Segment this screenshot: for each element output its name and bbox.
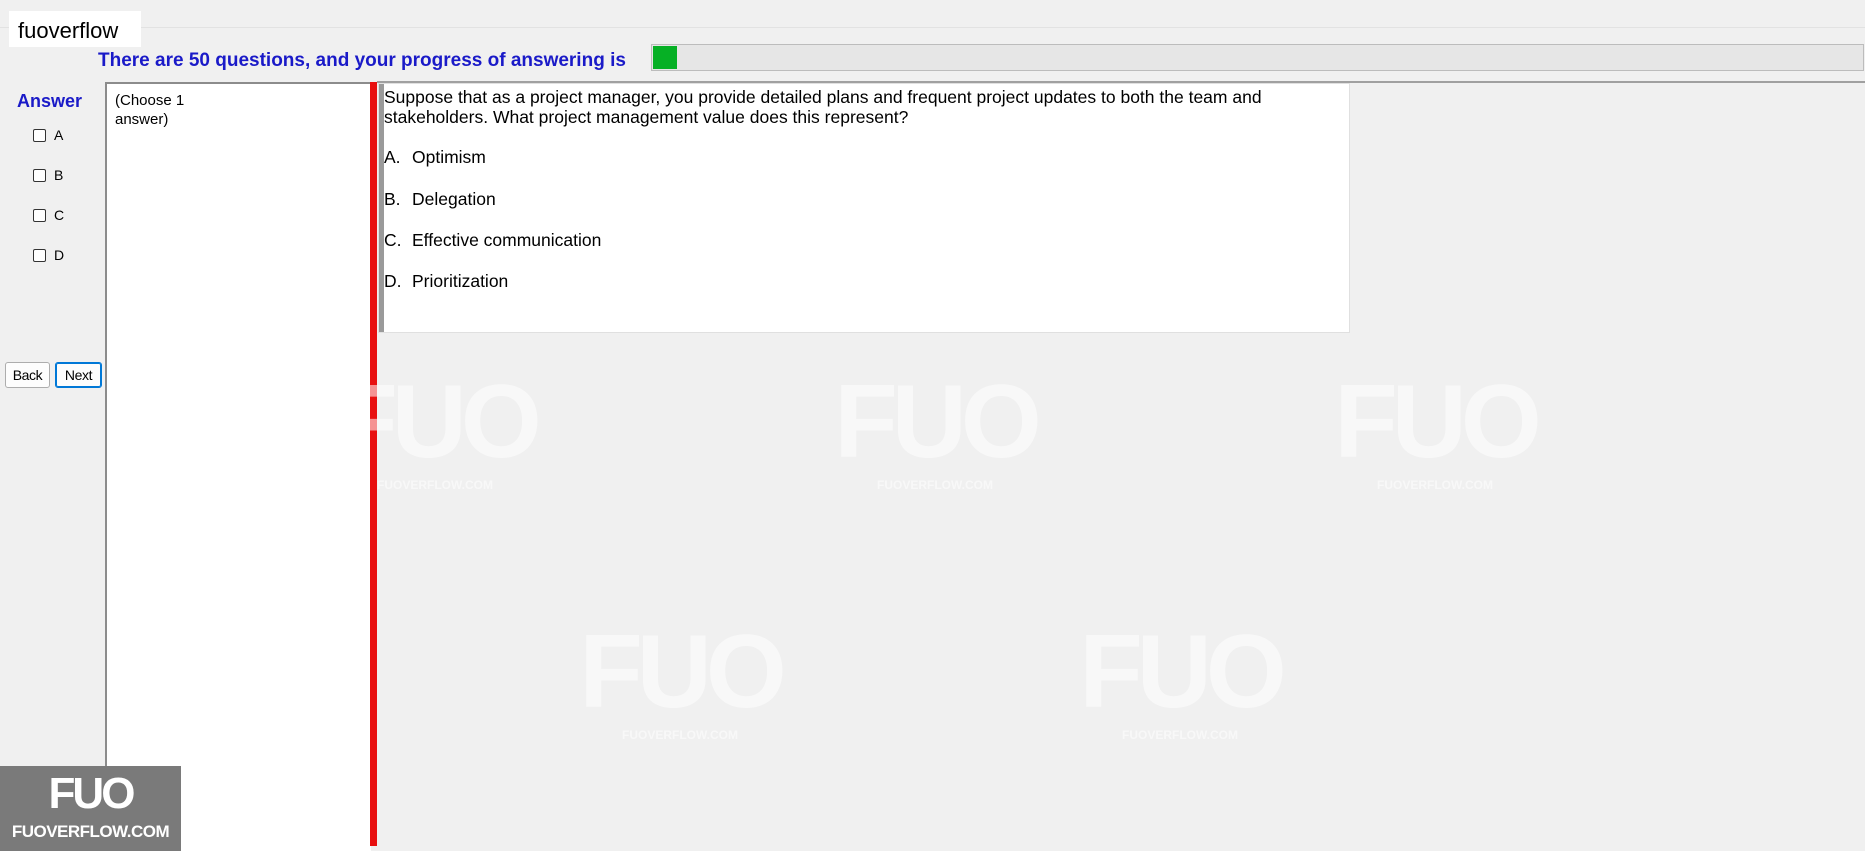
fuoverflow-logo: FUO FUOVERFLOW.COM (0, 766, 181, 851)
watermark: FUO FUOVERFLOW.COM (1070, 620, 1290, 742)
option-letter: A. (384, 147, 401, 167)
watermark: FUO FUOVERFLOW.COM (825, 370, 1045, 492)
progress-fill (653, 46, 677, 69)
progress-bar (651, 44, 1864, 71)
watermark-text: FUOVERFLOW.COM (1122, 728, 1238, 742)
next-button[interactable]: Next (55, 362, 102, 388)
question-option-d: D. Prioritization (384, 271, 508, 292)
question-panel: Suppose that as a project manager, you p… (378, 83, 1350, 333)
instruction-text: (Choose 1 answer) (115, 92, 185, 128)
watermark-text: FUOVERFLOW.COM (1377, 478, 1493, 492)
option-text: Prioritization (412, 271, 509, 291)
question-option-b: B. Delegation (384, 189, 496, 210)
top-divider (0, 27, 1865, 28)
option-letter: B. (384, 189, 401, 209)
watermark: FUO FUOVERFLOW.COM (1325, 370, 1545, 492)
checkbox-box[interactable] (33, 208, 46, 222)
option-text: Delegation (412, 189, 496, 209)
answer-option-label: A (54, 127, 64, 143)
instruction-panel: (Choose 1 answer) (105, 82, 371, 851)
answer-option-label: C (54, 207, 65, 223)
option-text: Effective communication (412, 230, 602, 250)
watermark-text: FUOVERFLOW.COM (877, 478, 993, 492)
panel-splitter[interactable] (370, 82, 377, 846)
logo-mark: FUO (48, 769, 136, 818)
option-letter: C. (384, 230, 402, 250)
answer-option-label: B (54, 167, 64, 183)
app-title: fuoverflow (9, 11, 141, 47)
option-text: Optimism (412, 147, 486, 167)
progress-label: There are 50 questions, and your progres… (98, 50, 626, 71)
watermark-logo: FUO (579, 614, 787, 730)
checkbox-box[interactable] (33, 168, 46, 182)
watermark-logo: FUO (834, 364, 1042, 480)
answer-checkbox-d[interactable]: D (33, 247, 64, 263)
back-button[interactable]: Back (5, 362, 50, 388)
watermark-text: FUOVERFLOW.COM (622, 728, 738, 742)
question-option-a: A. Optimism (384, 147, 486, 168)
answer-checkbox-a[interactable]: A (33, 127, 63, 143)
answer-checkbox-b[interactable]: B (33, 167, 63, 183)
answer-option-label: D (54, 247, 65, 263)
watermark-logo: FUO (1334, 364, 1542, 480)
checkbox-box[interactable] (33, 248, 46, 262)
checkbox-box[interactable] (33, 128, 46, 142)
watermark-logo: FUO (1079, 614, 1287, 730)
logo-text: FUOVERFLOW.COM (11, 822, 170, 841)
question-option-c: C. Effective communication (384, 230, 601, 251)
answer-heading: Answer (17, 91, 83, 111)
answer-checkbox-c[interactable]: C (33, 207, 64, 223)
watermark: FUO FUOVERFLOW.COM (570, 620, 790, 742)
option-letter: D. (384, 271, 402, 291)
question-text: Suppose that as a project manager, you p… (384, 87, 1262, 127)
